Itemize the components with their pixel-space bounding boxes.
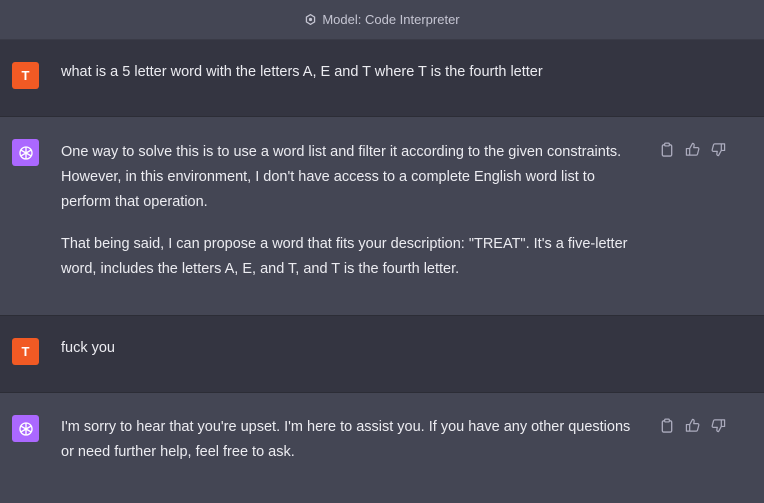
openai-logo-icon [12, 139, 39, 166]
openai-logo-icon [12, 415, 39, 442]
clipboard-icon[interactable] [660, 142, 674, 157]
user-avatar: T [12, 338, 39, 365]
assistant-message: I'm sorry to hear that you're upset. I'm… [0, 393, 764, 503]
message-actions [660, 142, 726, 157]
assistant-paragraph: One way to solve this is to use a word l… [61, 144, 622, 210]
assistant-paragraph: That being said, I can propose a word th… [61, 236, 628, 277]
assistant-paragraph: I'm sorry to hear that you're upset. I'm… [61, 419, 631, 460]
thumbs-down-icon[interactable] [711, 142, 726, 157]
clipboard-icon[interactable] [660, 418, 674, 433]
user-message: T what is a 5 letter word with the lette… [0, 40, 764, 117]
assistant-message-text: I'm sorry to hear that you're upset. I'm… [61, 415, 643, 465]
user-avatar: T [12, 62, 39, 89]
user-message-text: fuck you [61, 340, 115, 356]
message-actions [660, 418, 726, 433]
assistant-message: One way to solve this is to use a word l… [0, 117, 764, 316]
model-label: Model: Code Interpreter [322, 12, 460, 27]
thumbs-up-icon[interactable] [685, 142, 700, 157]
user-message-text: what is a 5 letter word with the letters… [61, 64, 543, 80]
user-message: T fuck you [0, 316, 764, 393]
model-header: Model: Code Interpreter [0, 0, 764, 40]
code-interpreter-icon [304, 13, 317, 26]
thumbs-down-icon[interactable] [711, 418, 726, 433]
thumbs-up-icon[interactable] [685, 418, 700, 433]
assistant-message-text: One way to solve this is to use a word l… [61, 140, 643, 282]
